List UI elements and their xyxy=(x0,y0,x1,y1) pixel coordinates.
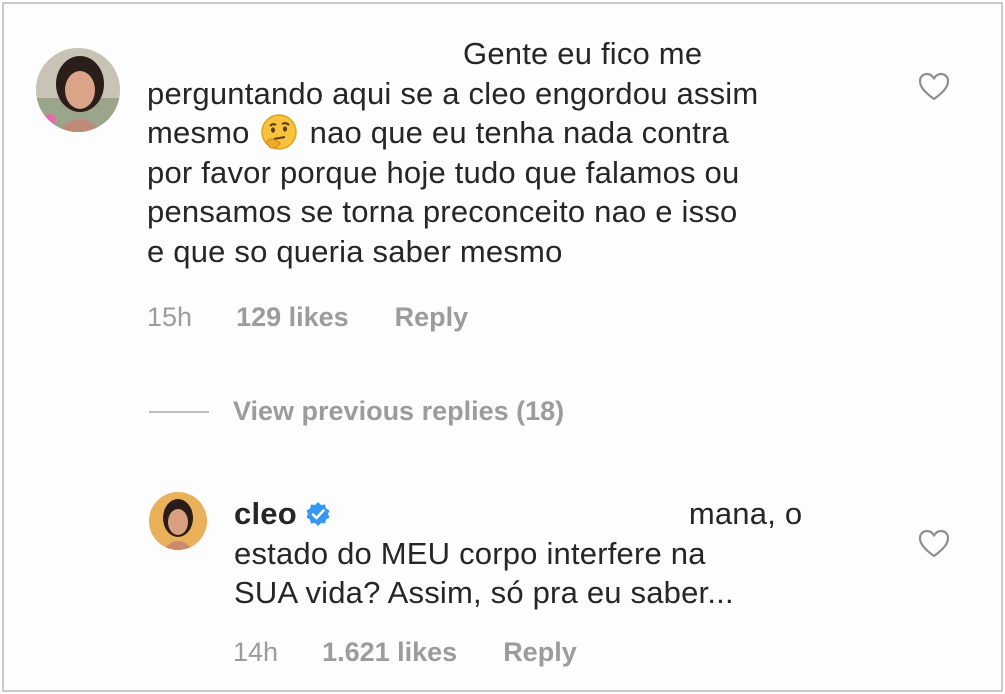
comment-line: por favor porque hoje tudo que falamos o… xyxy=(147,154,740,190)
comment-line: e que so queria saber mesmo xyxy=(147,233,563,269)
comment-likes[interactable]: 129 likes xyxy=(236,302,349,333)
comment-line: perguntando aqui se a cleo engordou assi… xyxy=(147,75,759,111)
reply-button[interactable]: Reply xyxy=(395,302,469,333)
comment-line: mesmo xyxy=(147,115,250,150)
comment-line: estado do MEU corpo interfere na xyxy=(234,535,706,571)
comment-line: nao que eu tenha nada contra xyxy=(309,115,729,150)
comment-text: Gente eu fico me perguntando aqui se a c… xyxy=(147,34,887,271)
avatar[interactable] xyxy=(36,48,120,132)
comment-line: SUA vida? Assim, só pra eu saber... xyxy=(234,575,734,610)
reply-button[interactable]: Reply xyxy=(503,637,577,668)
comment-time: 14h xyxy=(233,637,279,667)
comment-meta: 15h 129 likes Reply xyxy=(147,302,468,333)
comment-likes[interactable]: 1.621 likes xyxy=(322,637,457,668)
view-previous-replies-button[interactable]: View previous replies (18) xyxy=(149,396,564,427)
comment-line: Gente eu fico me xyxy=(463,36,703,71)
comment-meta: 14h 1.621 likes Reply xyxy=(233,637,577,668)
verified-badge-icon xyxy=(306,502,330,526)
screenshot-frame: Gente eu fico me perguntando aqui se a c… xyxy=(2,2,1003,692)
comment-text: cleo mana, o estado do MEU corpo interfe… xyxy=(234,494,874,613)
avatar-image xyxy=(149,492,207,550)
heart-outline-icon[interactable] xyxy=(918,72,950,102)
avatar-image xyxy=(36,48,120,132)
comment-line: pensamos se torna preconceito nao e isso xyxy=(147,194,738,229)
comment-line: mana, o xyxy=(688,496,803,531)
view-previous-replies-label: View previous replies (18) xyxy=(233,396,565,426)
username[interactable]: cleo xyxy=(234,496,297,531)
comment-time: 15h xyxy=(147,302,193,332)
heart-outline-icon[interactable] xyxy=(918,529,950,559)
replies-divider xyxy=(149,410,209,413)
avatar[interactable] xyxy=(149,492,207,550)
thinking-face-emoji xyxy=(260,113,298,151)
